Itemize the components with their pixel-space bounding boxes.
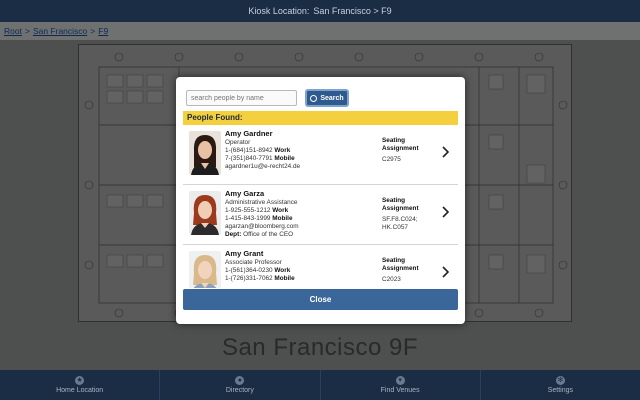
phone-type: Work xyxy=(274,147,291,154)
nav-settings[interactable]: ✻ Settings xyxy=(481,370,640,400)
kiosk-location-value: San Francisco > F9 xyxy=(313,6,392,16)
close-button[interactable]: Close xyxy=(183,289,458,310)
breadcrumb-separator: > xyxy=(90,26,96,36)
phone-type: Mobile xyxy=(274,275,295,282)
floor-title: San Francisco 9F xyxy=(221,334,419,361)
phone-type: Work xyxy=(272,207,289,214)
person-name: Amy Gardner xyxy=(225,129,273,138)
list-item[interactable]: Amy Gardner Operator 1-(684)151-8942 Wor… xyxy=(183,125,458,185)
breadcrumb-city[interactable]: San Francisco xyxy=(33,26,87,36)
phone-type: Mobile xyxy=(274,155,295,162)
person-info: Amy Garza Administrative Assistance 1-92… xyxy=(225,190,375,239)
seating-assignment: Seating Assignment C2023 xyxy=(382,257,432,284)
person-email: agarzan@bloomberg.com xyxy=(225,223,299,230)
seating-label: Seating Assignment xyxy=(382,197,419,212)
search-row: Search xyxy=(186,89,349,107)
search-icon xyxy=(310,94,318,102)
chevron-right-icon[interactable] xyxy=(440,145,450,159)
avatar xyxy=(189,251,221,288)
person-icon: ● xyxy=(235,376,245,385)
nav-find-venues[interactable]: ▾ Find Venues xyxy=(321,370,481,400)
people-list[interactable]: Amy Gardner Operator 1-(684)151-8942 Wor… xyxy=(183,125,458,288)
person-name: Amy Grant xyxy=(225,249,264,258)
seating-assignment: Seating Assignment C2975 xyxy=(382,137,432,164)
person-title: Administrative Assistance xyxy=(225,199,298,206)
person-info: Amy Gardner Operator 1-(684)151-8942 Wor… xyxy=(225,130,375,171)
person-phone-work: 1-(684)151-8942 xyxy=(225,147,273,154)
search-button-label: Search xyxy=(320,94,344,102)
nav-label: Directory xyxy=(225,387,254,394)
nav-directory[interactable]: ● Directory xyxy=(160,370,321,400)
chevron-right-icon[interactable] xyxy=(440,205,450,219)
person-title: Operator xyxy=(225,139,251,146)
person-phone-work: 1-925-555-1212 xyxy=(225,207,271,214)
breadcrumb-root[interactable]: Root xyxy=(4,26,22,36)
person-email: agardner1u@e-recht24.de xyxy=(225,163,301,170)
nav-home-location[interactable]: ★ Home Location xyxy=(0,370,161,400)
avatar xyxy=(189,191,221,235)
seating-label: Seating Assignment xyxy=(382,137,419,152)
bottom-nav: ★ Home Location ● Directory ▾ Find Venue… xyxy=(0,370,640,400)
kiosk-location-bar: Kiosk Location: San Francisco > F9 xyxy=(0,0,640,22)
seating-value: C2023 xyxy=(382,276,401,283)
star-icon: ★ xyxy=(75,376,85,385)
list-item[interactable]: Amy Garza Administrative Assistance 1-92… xyxy=(183,185,458,245)
kiosk-location-label: Kiosk Location: xyxy=(248,6,310,16)
dept-value: Office of the CEO xyxy=(243,231,294,238)
search-button[interactable]: Search xyxy=(305,89,349,107)
seating-value: SF.F8.C024; HK.C057 xyxy=(382,216,418,231)
seating-value: C2975 xyxy=(382,156,401,163)
nav-label: Settings xyxy=(547,387,574,394)
people-found-header: People Found: xyxy=(183,111,458,125)
person-phone-mobile: 7-(351)840-7791 xyxy=(225,155,273,162)
person-phone-mobile: 1-415-843-1999 xyxy=(225,215,271,222)
chevron-right-icon[interactable] xyxy=(440,265,450,279)
avatar xyxy=(189,131,221,175)
phone-type: Work xyxy=(274,267,291,274)
list-item[interactable]: Amy Grant Associate Professor 1-(561)364… xyxy=(183,245,458,288)
person-info: Amy Grant Associate Professor 1-(561)364… xyxy=(225,250,375,283)
person-phone-mobile: 1-(726)331-7062 xyxy=(225,275,273,282)
person-title: Associate Professor xyxy=(225,259,282,266)
breadcrumb-floor[interactable]: F9 xyxy=(98,26,108,36)
person-phone-work: 1-(561)364-0230 xyxy=(225,267,273,274)
search-input[interactable] xyxy=(186,90,297,106)
nav-label: Find Venues xyxy=(380,387,420,394)
seating-label: Seating Assignment xyxy=(382,257,419,272)
nav-label: Home Location xyxy=(56,387,104,394)
person-name: Amy Garza xyxy=(225,189,265,198)
breadcrumb-separator: > xyxy=(24,26,30,36)
gear-icon: ✻ xyxy=(555,376,565,385)
dept-label: Dept: xyxy=(225,231,242,238)
people-search-dialog: Search People Found: Amy Gardner Operato… xyxy=(176,77,465,324)
map-pin-icon: ▾ xyxy=(395,376,405,385)
breadcrumb: Root > San Francisco > F9 xyxy=(0,22,640,40)
phone-type: Mobile xyxy=(272,215,293,222)
seating-assignment: Seating Assignment SF.F8.C024; HK.C057 xyxy=(382,197,432,232)
